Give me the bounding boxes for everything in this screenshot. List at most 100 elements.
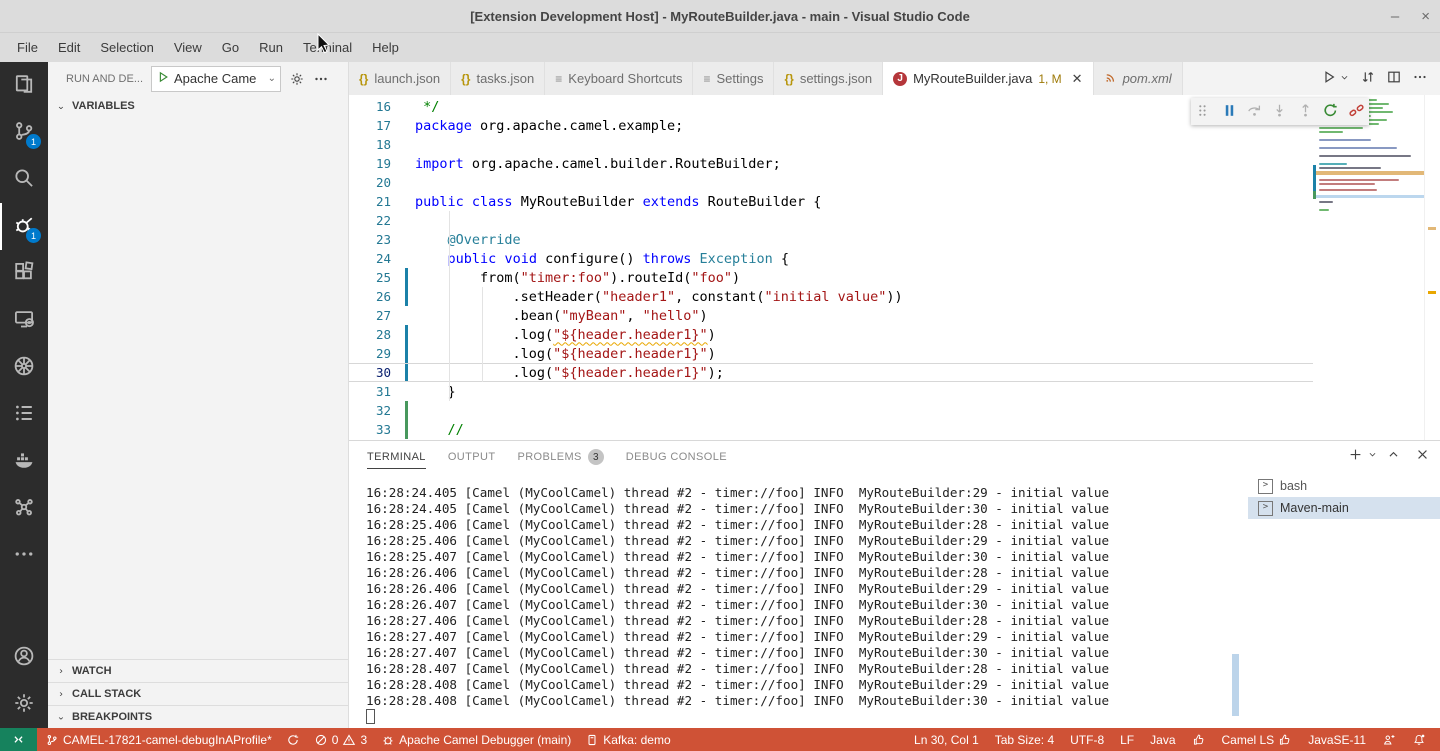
pause-button[interactable] <box>1218 101 1240 123</box>
gutter[interactable]: 17 <box>349 116 415 135</box>
gutter[interactable]: 30 <box>349 364 415 381</box>
minimap[interactable] <box>1313 95 1425 440</box>
gutter[interactable]: 28 <box>349 325 415 344</box>
activity-test-list[interactable] <box>0 391 48 438</box>
gutter[interactable]: 33 <box>349 420 415 439</box>
tab-Settings[interactable]: ≡Settings <box>693 62 774 95</box>
status-jdk[interactable]: JavaSE-11 <box>1302 728 1372 751</box>
menu-run[interactable]: Run <box>250 36 292 59</box>
tab-launch.json[interactable]: {}launch.json <box>349 62 451 95</box>
remote-indicator[interactable] <box>0 728 37 751</box>
activity-docker[interactable] <box>0 438 48 485</box>
gutter[interactable]: 21 <box>349 192 415 211</box>
gear-icon[interactable] <box>289 71 305 87</box>
restart-button[interactable] <box>1320 101 1342 123</box>
step-out-button[interactable] <box>1294 101 1316 123</box>
terminal-scrollbar[interactable] <box>1232 654 1239 716</box>
status-camel-debugger[interactable]: Apache Camel Debugger (main) <box>375 728 577 751</box>
status-feedback[interactable] <box>1376 728 1402 751</box>
status-cursor-position[interactable]: Ln 30, Col 1 <box>908 728 985 751</box>
split-editor-icon[interactable] <box>1386 69 1402 88</box>
activity-kubernetes[interactable] <box>0 344 48 391</box>
gutter[interactable]: 23 <box>349 230 415 249</box>
menu-edit[interactable]: Edit <box>49 36 89 59</box>
status-notifications[interactable] <box>1406 728 1432 751</box>
activity-search[interactable] <box>0 156 48 203</box>
menu-file[interactable]: File <box>8 36 47 59</box>
gutter[interactable]: 19 <box>349 154 415 173</box>
step-over-button[interactable] <box>1244 101 1266 123</box>
activity-more-views[interactable] <box>0 532 48 579</box>
minimize-button[interactable]: – <box>1391 8 1399 25</box>
overview-ruler[interactable] <box>1424 95 1440 440</box>
tab-settings.json[interactable]: {}settings.json <box>774 62 883 95</box>
activity-accounts[interactable] <box>0 634 48 681</box>
chevron-down-icon[interactable] <box>1367 447 1378 465</box>
panel-tab-terminal[interactable]: TERMINAL <box>367 444 426 469</box>
menu-view[interactable]: View <box>165 36 211 59</box>
activity-extensions[interactable] <box>0 250 48 297</box>
tab-Keyboard Shortcuts[interactable]: ≡Keyboard Shortcuts <box>545 62 693 95</box>
close-icon[interactable]: ✕ <box>1072 71 1083 87</box>
status-branch[interactable]: CAMEL-17821-camel-debugInAProfile* <box>39 728 278 751</box>
close-button[interactable]: × <box>1421 8 1430 25</box>
variables-section-body[interactable] <box>48 117 348 659</box>
call-stack-section-header[interactable]: › CALL STACK <box>48 682 348 705</box>
status-camel-ls[interactable]: Camel LS <box>1216 728 1299 751</box>
activity-cluster[interactable] <box>0 485 48 532</box>
status-sync[interactable] <box>280 728 306 751</box>
gutter[interactable]: 29 <box>349 344 415 363</box>
gutter[interactable]: 32 <box>349 401 415 420</box>
activity-explorer[interactable] <box>0 62 48 109</box>
menu-go[interactable]: Go <box>213 36 248 59</box>
terminal[interactable]: 16:28:24.405 [Camel (MyCoolCamel) thread… <box>349 471 1248 728</box>
tab-tasks.json[interactable]: {}tasks.json <box>451 62 545 95</box>
tab-MyRouteBuilder.java[interactable]: JMyRouteBuilder.java1, M✕ <box>883 62 1093 95</box>
chevron-down-icon[interactable] <box>1339 71 1350 86</box>
gutter[interactable]: 31 <box>349 382 415 401</box>
activity-source-control[interactable]: 1 <box>0 109 48 156</box>
status-indentation[interactable]: Tab Size: 4 <box>989 728 1060 751</box>
watch-section-header[interactable]: › WATCH <box>48 659 348 682</box>
disconnect-button[interactable] <box>1345 101 1367 123</box>
status-language-mode[interactable]: Java <box>1144 728 1181 751</box>
code-editor[interactable]: 16 */17package org.apache.camel.example;… <box>349 95 1440 440</box>
gutter[interactable]: 27 <box>349 306 415 325</box>
chevron-up-icon[interactable] <box>1386 447 1401 465</box>
terminal-session-maven-main[interactable]: >Maven-main <box>1248 497 1440 519</box>
status-kafka[interactable]: Kafka: demo <box>579 728 676 751</box>
activity-remote-explorer[interactable] <box>0 297 48 344</box>
launch-configuration-dropdown[interactable]: Apache Came ⌄ <box>151 66 281 92</box>
panel-tab-output[interactable]: OUTPUT <box>448 444 496 468</box>
gutter[interactable]: 25 <box>349 268 415 287</box>
chevron-down-icon[interactable]: ⌄ <box>268 73 276 84</box>
menu-help[interactable]: Help <box>363 36 408 59</box>
gutter[interactable]: 18 <box>349 135 415 154</box>
status-eol[interactable]: LF <box>1114 728 1140 751</box>
run-icon[interactable] <box>1321 69 1337 88</box>
more-actions-icon[interactable] <box>313 71 329 87</box>
breakpoints-section-header[interactable]: ⌄ BREAKPOINTS <box>48 705 348 728</box>
activity-settings[interactable] <box>0 681 48 728</box>
gutter[interactable]: 16 <box>349 97 415 116</box>
drag-handle-button[interactable] <box>1193 101 1215 123</box>
status-encoding[interactable]: UTF-8 <box>1064 728 1110 751</box>
status-java-language-status[interactable] <box>1186 728 1212 751</box>
gutter[interactable]: 20 <box>349 173 415 192</box>
swap-vertical-icon[interactable] <box>1360 69 1376 88</box>
panel-tab-debug-console[interactable]: DEBUG CONSOLE <box>626 444 727 468</box>
panel-tab-problems[interactable]: PROBLEMS3 <box>517 442 603 470</box>
gutter[interactable]: 24 <box>349 249 415 268</box>
status-problems[interactable]: 03 <box>308 728 373 751</box>
gutter[interactable]: 22 <box>349 211 415 230</box>
menu-terminal[interactable]: Terminal <box>294 36 361 59</box>
activity-run-and-debug[interactable]: 1 <box>0 203 48 250</box>
start-debug-icon[interactable] <box>156 70 170 87</box>
gutter[interactable]: 26 <box>349 287 415 306</box>
tab-pom.xml[interactable]: pom.xml <box>1094 62 1183 95</box>
plus-icon[interactable] <box>1348 447 1363 465</box>
close-icon[interactable] <box>1415 447 1430 465</box>
step-into-button[interactable] <box>1269 101 1291 123</box>
more-icon[interactable] <box>1412 69 1428 88</box>
menu-selection[interactable]: Selection <box>91 36 162 59</box>
